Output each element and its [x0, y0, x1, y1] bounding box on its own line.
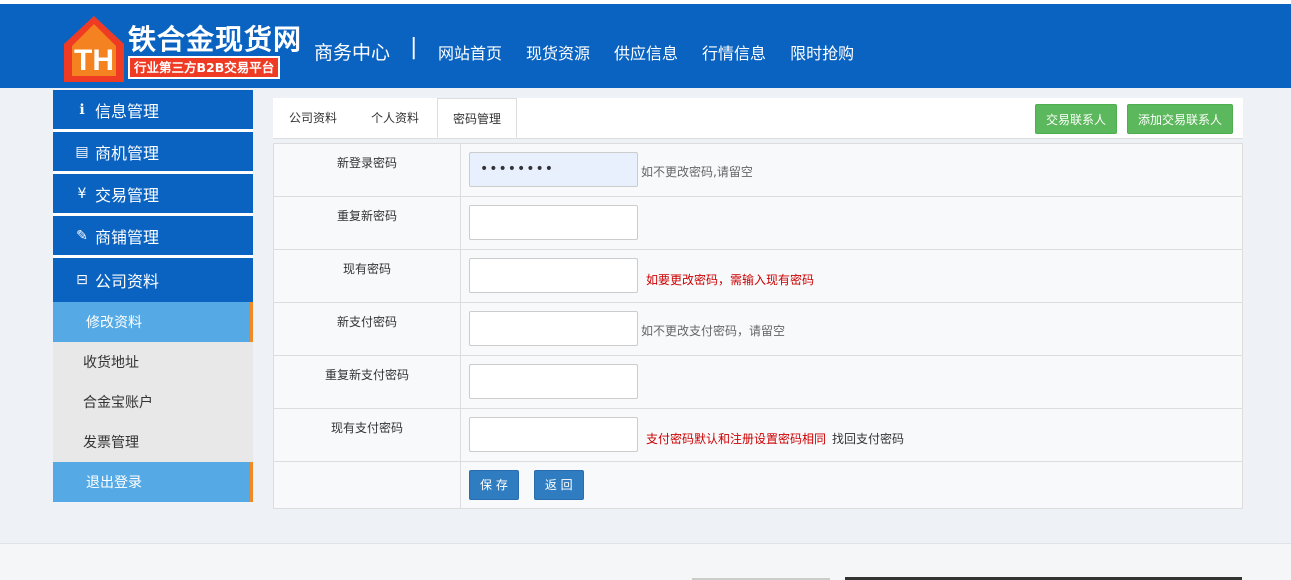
site-header: TH 铁合金现货网 行业第三方B2B交易平台 商务中心 | 网站首页 现货资源 … [0, 4, 1291, 88]
field-label: 新登录密码 [274, 144, 461, 196]
hint-text: 支付密码默认和注册设置密码相同 [646, 432, 827, 446]
nav-flash-sale[interactable]: 限时抢购 [790, 40, 854, 64]
sidebar-sub-edit-profile[interactable]: 修改资料 [53, 302, 253, 342]
sidebar-item-company-profile[interactable]: ⊟ 公司资料 [53, 258, 253, 302]
sidebar-sub-logout[interactable]: 退出登录 [53, 462, 253, 502]
field-hint: 支付密码默认和注册设置密码相同 找回支付密码 [646, 430, 904, 447]
business-center-title: 商务中心 [314, 42, 391, 64]
logo-letters: TH [74, 44, 114, 77]
form-row-current-payment-password: 现有支付密码 支付密码默认和注册设置密码相同 找回支付密码 [274, 409, 1242, 462]
list-icon: ▤ [75, 143, 89, 160]
form-row-new-payment-password: 新支付密码 如不更改支付密码，请留空 [274, 303, 1242, 356]
new-login-password-input[interactable]: •••••••• [469, 152, 638, 187]
sidebar-sub-shipping-address[interactable]: 收货地址 [53, 342, 253, 382]
logo-subtitle: 行业第三方B2B交易平台 [128, 56, 281, 79]
logo-mark-icon: TH [64, 16, 124, 82]
repeat-new-payment-password-input[interactable] [469, 364, 638, 399]
field-label: 现有支付密码 [274, 409, 461, 461]
new-payment-password-input[interactable] [469, 311, 638, 346]
sidebar-item-label: 信息管理 [95, 101, 160, 121]
field-hint: 如要更改密码，需输入现有密码 [646, 273, 815, 287]
nav-market-info[interactable]: 行情信息 [702, 40, 766, 64]
sidebar-sub-alloy-account[interactable]: 合金宝账户 [53, 382, 253, 422]
sidebar: ℹ 信息管理 ▤ 商机管理 ¥ 交易管理 ✎ 商铺管理 ⊟ 公司资料 修改资料 … [53, 90, 253, 502]
main-content: 公司资料 个人资料 密码管理 交易联系人 添加交易联系人 新登录密码 •••••… [273, 98, 1243, 509]
sidebar-item-opportunity-management[interactable]: ▤ 商机管理 [53, 132, 253, 174]
top-nav: 网站首页 现货资源 供应信息 行情信息 限时抢购 [438, 40, 878, 64]
add-trade-contact-button[interactable]: 添加交易联系人 [1127, 104, 1234, 134]
save-button[interactable]: 保 存 [469, 470, 519, 500]
current-payment-password-input[interactable] [469, 417, 638, 452]
sidebar-item-info-management[interactable]: ℹ 信息管理 [53, 90, 253, 132]
recover-payment-password-link[interactable]: 找回支付密码 [832, 432, 904, 446]
sidebar-item-label: 公司资料 [95, 272, 160, 291]
form-row-current-password: 现有密码 如要更改密码，需输入现有密码 [274, 250, 1242, 303]
back-button[interactable]: 返 回 [533, 470, 584, 500]
sidebar-item-label: 交易管理 [95, 185, 160, 205]
field-label: 重复新密码 [274, 197, 461, 249]
sidebar-item-trade-management[interactable]: ¥ 交易管理 [53, 174, 253, 216]
field-hint: 如不更改支付密码，请留空 [641, 324, 786, 338]
footer [0, 544, 1291, 580]
sidebar-item-label: 商机管理 [95, 143, 160, 163]
form-row-actions: 保 存 返 回 [274, 462, 1242, 508]
yen-icon: ¥ [77, 185, 87, 202]
nav-home[interactable]: 网站首页 [438, 40, 502, 64]
tab-company-profile[interactable]: 公司资料 [276, 98, 350, 138]
nav-supply-info[interactable]: 供应信息 [614, 40, 678, 64]
site-logo[interactable]: TH 铁合金现货网 行业第三方B2B交易平台 [62, 14, 307, 84]
header-separator: | [410, 35, 418, 60]
tab-bar: 公司资料 个人资料 密码管理 交易联系人 添加交易联系人 [273, 98, 1243, 139]
field-label: 重复新支付密码 [274, 356, 461, 408]
form-row-repeat-new-password: 重复新密码 [274, 197, 1242, 250]
sidebar-item-shop-management[interactable]: ✎ 商铺管理 [53, 216, 253, 258]
form-row-repeat-new-payment-password: 重复新支付密码 [274, 356, 1242, 409]
inbox-icon: ⊟ [76, 272, 88, 288]
empty-label-cell [274, 462, 461, 508]
form-row-new-login-password: 新登录密码 •••••••• 如不更改密码,请留空 [274, 144, 1242, 197]
current-password-input[interactable] [469, 258, 638, 293]
nav-spot-resources[interactable]: 现货资源 [526, 40, 590, 64]
field-label: 新支付密码 [274, 303, 461, 355]
tab-password-management[interactable]: 密码管理 [437, 98, 517, 138]
info-circle-icon: ℹ [79, 101, 85, 118]
field-label: 现有密码 [274, 250, 461, 302]
password-form: 新登录密码 •••••••• 如不更改密码,请留空 重复新密码 现有密码 如要更… [273, 143, 1243, 509]
logo-title: 铁合金现货网 [128, 23, 303, 56]
repeat-new-password-input[interactable] [469, 205, 638, 240]
field-hint: 如不更改密码,请留空 [641, 165, 753, 179]
pencil-icon: ✎ [76, 227, 88, 244]
sidebar-sub-invoice-management[interactable]: 发票管理 [53, 422, 253, 462]
trade-contact-button[interactable]: 交易联系人 [1035, 104, 1118, 134]
sidebar-item-label: 商铺管理 [95, 227, 160, 247]
tab-personal-profile[interactable]: 个人资料 [358, 98, 432, 138]
